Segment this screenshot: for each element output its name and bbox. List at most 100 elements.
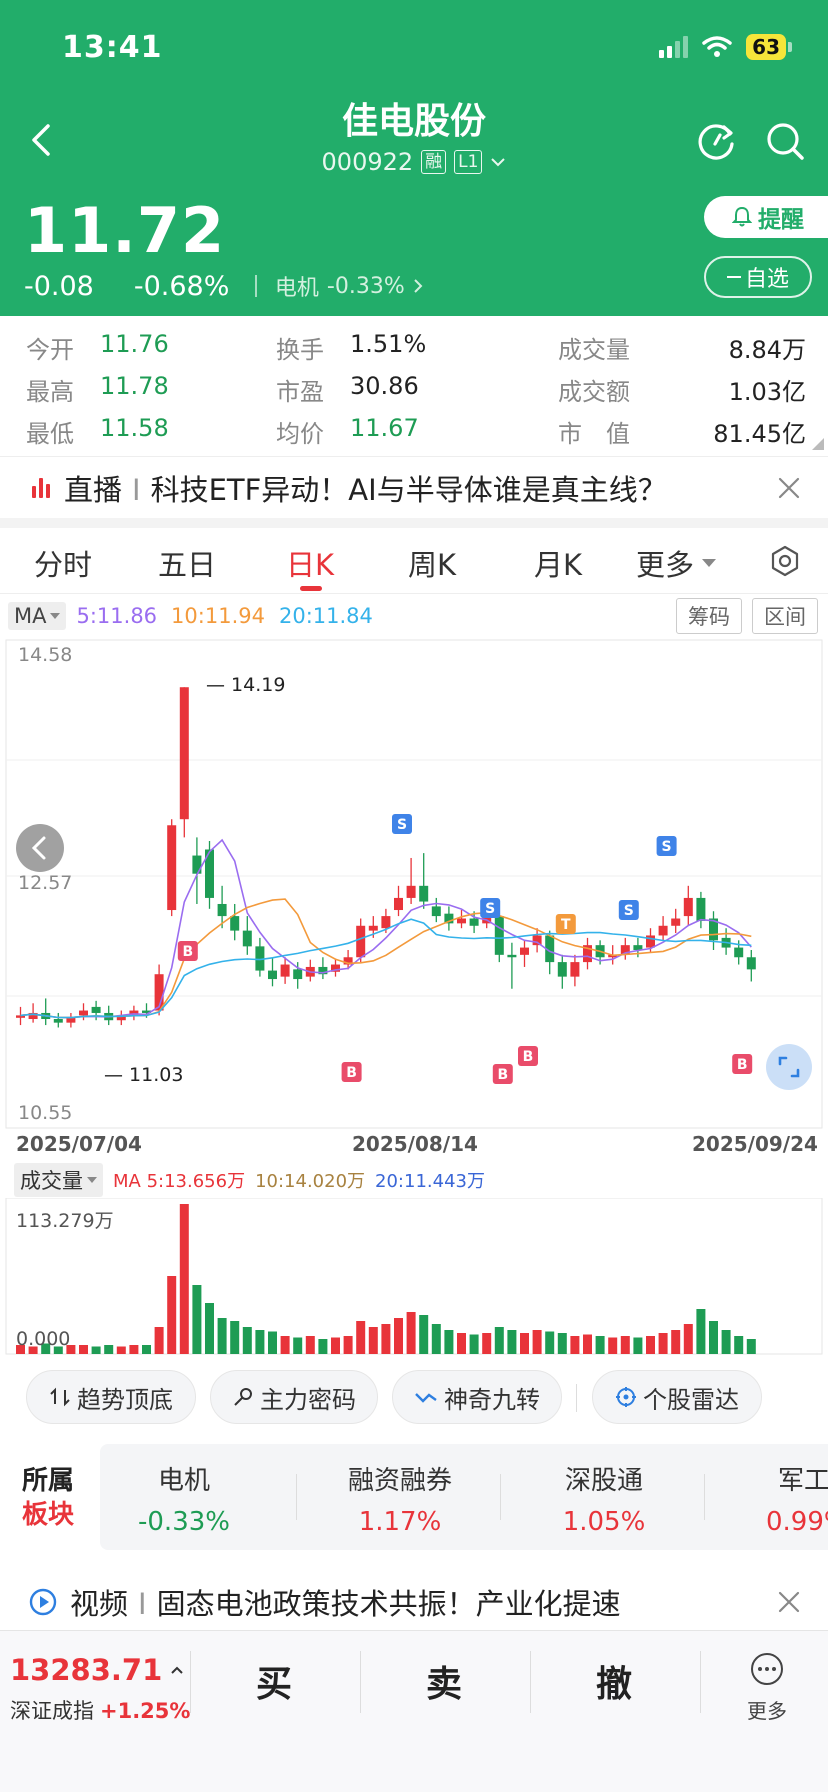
volume-bar (368, 1327, 378, 1354)
volume-bar (608, 1337, 618, 1354)
candle-body (91, 1006, 101, 1013)
signal-marker: B (341, 1062, 362, 1082)
sector-item[interactable]: 深股通 1.05% (504, 1460, 704, 1537)
quote-panel[interactable]: 今开 11.76 最高 11.78 最低 11.58 换手 1.51% 市盈 3… (0, 316, 828, 452)
alert-button[interactable]: 提醒 (704, 196, 828, 238)
high-marker: — 14.19 (206, 674, 286, 696)
candle-body (570, 962, 580, 977)
tab-more[interactable]: 更多 (636, 542, 717, 584)
tab-five-day[interactable]: 五日 (158, 542, 216, 584)
signal-letter: S (485, 901, 495, 917)
sell-button[interactable]: 卖 (426, 1655, 462, 1707)
signal-letter: B (737, 1057, 748, 1073)
candle-body (746, 957, 756, 970)
magic-nine-button[interactable]: 神奇九转 (392, 1370, 562, 1424)
refresh-icon[interactable] (694, 118, 740, 164)
stock-code: 000922 (321, 148, 414, 176)
index-value[interactable]: 13283.71 (10, 1653, 184, 1687)
live-text: 直播 I 科技ETF异动！AI与半导体谁是真主线？ (64, 472, 667, 507)
volume-bar (696, 1309, 706, 1354)
search-icon[interactable] (762, 118, 808, 164)
close-icon[interactable] (776, 475, 802, 501)
volume-bar (671, 1330, 681, 1354)
expand-corner-icon[interactable] (812, 438, 824, 450)
stock-radar-button[interactable]: 个股雷达 (592, 1370, 762, 1424)
volume-bar (406, 1312, 416, 1354)
signal-letter: B (523, 1049, 534, 1065)
candle-body (280, 964, 290, 977)
signal-letter: B (497, 1067, 508, 1083)
scroll-left-button[interactable] (16, 824, 64, 872)
level-tag: L1 (454, 150, 483, 174)
price-axis-bottom: 10.55 (18, 1102, 73, 1124)
tab-monthly-k[interactable]: 月K (534, 542, 582, 584)
tab-weekly-k[interactable]: 周K (408, 542, 456, 584)
candle-body (683, 897, 693, 917)
fullscreen-button[interactable] (766, 1044, 812, 1090)
quote-amount: 成交额 1.03亿 (558, 378, 806, 406)
sector-item[interactable]: 融资融券 1.17% (300, 1460, 500, 1537)
volume-selector[interactable]: 成交量 (14, 1163, 103, 1197)
chips-button[interactable]: 筹码 (676, 598, 742, 634)
price-change-pct: -0.68% (133, 270, 230, 302)
volume-bar (394, 1318, 403, 1354)
bell-icon (732, 206, 752, 227)
more-button[interactable]: 更多 (742, 1651, 792, 1724)
volume-bar (129, 1345, 139, 1354)
sector-item[interactable]: 军工 0.99% (736, 1460, 828, 1537)
candle-body (268, 970, 277, 980)
volume-bar (179, 1204, 189, 1354)
ma20-value: 20:11.84 (278, 604, 373, 628)
tab-intraday[interactable]: 分时 (34, 542, 92, 584)
signal-letter: B (182, 944, 193, 960)
candle-body (658, 925, 668, 936)
video-text: 视频 I 固态电池政策技术共振！产业化提速 (70, 1587, 621, 1621)
candle-body (520, 947, 529, 955)
candle-body (406, 885, 416, 898)
volume-bar (91, 1346, 101, 1354)
divider (0, 518, 828, 528)
chart-settings-icon[interactable] (768, 544, 802, 578)
range-button[interactable]: 区间 (752, 598, 818, 634)
buy-button[interactable]: 买 (256, 1655, 292, 1707)
kline-chart[interactable]: BBSSBBTSSB (0, 636, 828, 1176)
signal-marker: B (177, 941, 198, 961)
volume-bar (457, 1333, 466, 1354)
volume-chart[interactable] (0, 1198, 828, 1358)
volume-bar (142, 1345, 151, 1354)
sector-item[interactable]: 电机 -0.33% (100, 1460, 268, 1537)
alert-label: 提醒 (758, 207, 804, 233)
more-dots-icon (751, 1653, 783, 1685)
volume-bar (658, 1333, 668, 1354)
ma-selector[interactable]: MA (8, 602, 67, 630)
price-change: -0.08 (24, 270, 94, 302)
chevron-left-icon (31, 836, 46, 860)
cancel-order-button[interactable]: 撤 (596, 1655, 632, 1707)
volume-axis-low: 0.000 (16, 1328, 71, 1350)
signal-icon (659, 36, 689, 58)
volume-bar (482, 1333, 492, 1354)
candle-body (734, 947, 744, 958)
candle-body (167, 825, 177, 911)
watchlist-button[interactable]: 自选 (704, 256, 812, 298)
candle-body (179, 687, 189, 820)
tab-daily-k[interactable]: 日K (286, 542, 334, 584)
key-icon (234, 1388, 252, 1406)
period-tabs: 分时 五日 日K 周K 月K 更多 (0, 528, 828, 594)
sector-link[interactable]: 电机 -0.33% (275, 270, 423, 302)
chevron-down-icon[interactable] (490, 156, 506, 168)
live-banner[interactable]: 直播 I 科技ETF异动！AI与半导体谁是真主线？ (0, 456, 828, 518)
volume-bar (583, 1334, 592, 1354)
volume-bar (494, 1327, 504, 1354)
volume-bar (557, 1333, 567, 1354)
quote-mcap: 市 值 81.45亿 (558, 420, 806, 448)
sector-panel[interactable]: 电机 -0.33% 融资融券 1.17% 深股通 1.05% 军工 0.99% (100, 1444, 828, 1550)
chevron-up-icon (171, 1666, 183, 1674)
volume-bar (217, 1318, 227, 1354)
candle-body (696, 897, 706, 921)
close-icon[interactable] (776, 1589, 802, 1615)
main-force-code-button[interactable]: 主力密码 (210, 1370, 378, 1424)
trend-top-bottom-button[interactable]: 趋势顶底 (26, 1370, 196, 1424)
vol-ma20: 20:11.443万 (375, 1171, 485, 1192)
video-banner[interactable]: 视频 I 固态电池政策技术共振！产业化提速 (0, 1572, 828, 1632)
